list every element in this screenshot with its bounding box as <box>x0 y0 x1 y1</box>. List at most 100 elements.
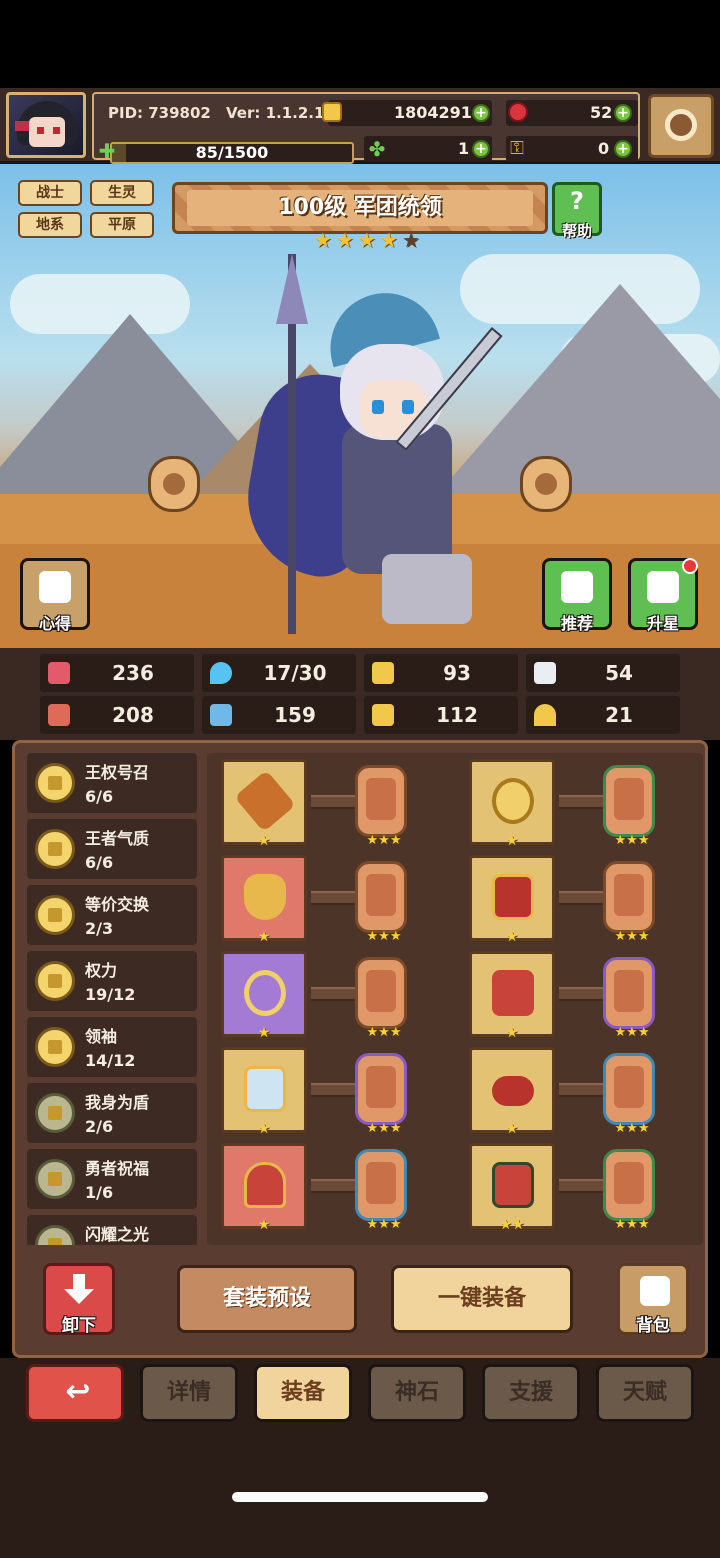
set-bonus-item[interactable]: 闪耀之光 <box>27 1215 197 1245</box>
star-filled-icon: ★ <box>358 228 376 252</box>
equip-slot-boots[interactable]: ★★ <box>469 1143 555 1232</box>
tab-equipment[interactable]: 装备 <box>254 1364 352 1422</box>
rune-slot[interactable]: ★★★ <box>355 957 407 1040</box>
energy-text: 85/1500 <box>195 143 269 162</box>
speed-boot-icon <box>372 704 394 726</box>
set-bonus-item[interactable]: 我身为盾 2/6 <box>27 1083 197 1143</box>
key-amount: 0 <box>598 139 610 158</box>
set-bonus-item[interactable]: 王者气质 6/6 <box>27 819 197 879</box>
rune-slot[interactable]: ★★★ <box>603 957 655 1040</box>
water-drop-icon <box>210 662 232 684</box>
stat-hp: 236 <box>40 654 194 692</box>
set-bonus-item[interactable]: 王权号召 6/6 <box>27 753 197 813</box>
equip-slot-scepter[interactable]: ★ <box>221 759 307 848</box>
star-filled-icon: ★ <box>336 228 354 252</box>
equipment-actions: 卸下 套装预设 一键装备 背包 <box>27 1253 693 1353</box>
notification-dot <box>682 558 698 574</box>
arrow-left-icon <box>163 473 185 495</box>
set-medal-icon <box>35 1159 75 1199</box>
set-medal-icon <box>35 763 75 803</box>
circlet-icon <box>492 778 534 824</box>
stat-magic: 159 <box>202 696 356 734</box>
tag-terrain: 平原 <box>90 212 154 238</box>
bag-label: 背包 <box>636 1316 670 1336</box>
auto-equip-button[interactable]: 一键装备 <box>391 1265 573 1333</box>
rune-slot[interactable]: ★★★ <box>603 1149 655 1232</box>
equip-slot-necklace[interactable]: ★ <box>221 951 307 1040</box>
wing-icon <box>534 662 556 684</box>
equip-slot-armor[interactable]: ★ <box>469 855 555 944</box>
equip-slot-shield[interactable]: ★ <box>221 855 307 944</box>
add-clover-icon[interactable]: + <box>472 140 490 158</box>
back-button[interactable]: ↩ <box>26 1364 124 1422</box>
settings-button[interactable] <box>648 94 714 158</box>
tag-class: 战士 <box>18 180 82 206</box>
rune-slot[interactable]: ★★★ <box>355 1053 407 1136</box>
star-upgrade-icon <box>647 571 679 603</box>
add-ruby-icon[interactable]: + <box>614 104 632 122</box>
set-medal-icon <box>35 1093 75 1133</box>
shield-icon <box>244 874 286 920</box>
add-gold-icon[interactable]: + <box>472 104 490 122</box>
rune-slot[interactable]: ★★★ <box>355 1149 407 1232</box>
tab-details[interactable]: 详情 <box>140 1364 238 1422</box>
rune-slot[interactable]: ★★★ <box>355 765 407 848</box>
set-bonus-item[interactable]: 权力 19/12 <box>27 951 197 1011</box>
clover-amount: 1 <box>458 139 470 158</box>
hero-star-rating: ★ ★ ★ ★ ★ <box>314 230 422 252</box>
key-icon: ⚿ <box>510 138 524 159</box>
gold-amount: 1804291 <box>394 103 472 122</box>
equip-slot-belt[interactable]: ★ <box>469 1047 555 1136</box>
tab-godstone[interactable]: 神石 <box>368 1364 466 1422</box>
stat-attack: 208 <box>40 696 194 734</box>
fist-icon <box>48 704 70 726</box>
equipment-panel: 王权号召 6/6 王者气质 6/6 等价交换 2/3 权力 19/12 领袖 1… <box>12 740 708 1358</box>
heart-icon <box>48 662 70 684</box>
set-medal-icon <box>35 961 75 1001</box>
ruby-icon <box>508 102 528 122</box>
stat-luck: 21 <box>526 696 680 734</box>
set-bonus-list[interactable]: 王权号召 6/6 王者气质 6/6 等价交换 2/3 权力 19/12 领袖 1… <box>27 753 197 1245</box>
equip-slot-circlet[interactable]: ★ <box>469 759 555 848</box>
tab-support[interactable]: 支援 <box>482 1364 580 1422</box>
shield-icon <box>372 662 394 684</box>
hero-title-banner: 100级 军团统领 <box>172 182 548 234</box>
stat-defense: 93 <box>364 654 518 692</box>
upgrade-star-label: 升星 <box>646 614 679 633</box>
notebook-icon <box>39 571 71 603</box>
next-hero-button[interactable] <box>520 456 572 512</box>
set-medal-icon <box>35 1027 75 1067</box>
stat-mana: 17/30 <box>202 654 356 692</box>
add-key-icon[interactable]: + <box>614 140 632 158</box>
status-bar-area <box>0 0 720 88</box>
player-id: PID: 739802 <box>108 104 211 122</box>
set-preset-button[interactable]: 套装预设 <box>177 1265 357 1333</box>
unequip-label: 卸下 <box>62 1316 96 1336</box>
rune-slot[interactable]: ★★★ <box>603 1053 655 1136</box>
rune-icon <box>614 874 644 916</box>
equip-slot-gauntlet[interactable]: ★ <box>469 951 555 1040</box>
set-bonus-item[interactable]: 等价交换 2/3 <box>27 885 197 945</box>
rune-slot[interactable]: ★★★ <box>603 765 655 848</box>
helmet-icon <box>244 1162 286 1208</box>
recommend-label: 推荐 <box>560 614 593 633</box>
ruby-amount: 52 <box>590 103 613 122</box>
bottom-nav: ↩ 详情 装备 神石 支援 天赋 <box>0 1358 720 1558</box>
set-bonus-item[interactable]: 领袖 14/12 <box>27 1017 197 1077</box>
necklace-icon <box>244 970 286 1016</box>
equip-slot-helmet[interactable]: ★ <box>221 1143 307 1232</box>
armor-icon <box>492 874 534 920</box>
book-icon <box>210 704 232 726</box>
prev-hero-button[interactable] <box>148 456 200 512</box>
version-label: Ver: 1.1.2.1 <box>226 104 325 122</box>
rune-slot[interactable]: ★★★ <box>355 861 407 944</box>
rune-icon <box>366 1066 396 1108</box>
player-avatar[interactable] <box>6 92 86 158</box>
rune-slot[interactable]: ★★★ <box>603 861 655 944</box>
equip-slot-crest[interactable]: ★ <box>221 1047 307 1136</box>
crest-icon <box>244 1066 286 1112</box>
stat-speed: 112 <box>364 696 518 734</box>
tab-talent[interactable]: 天赋 <box>596 1364 694 1422</box>
set-bonus-item[interactable]: 勇者祝福 1/6 <box>27 1149 197 1209</box>
return-arrow-icon: ↩ <box>65 1374 91 1409</box>
